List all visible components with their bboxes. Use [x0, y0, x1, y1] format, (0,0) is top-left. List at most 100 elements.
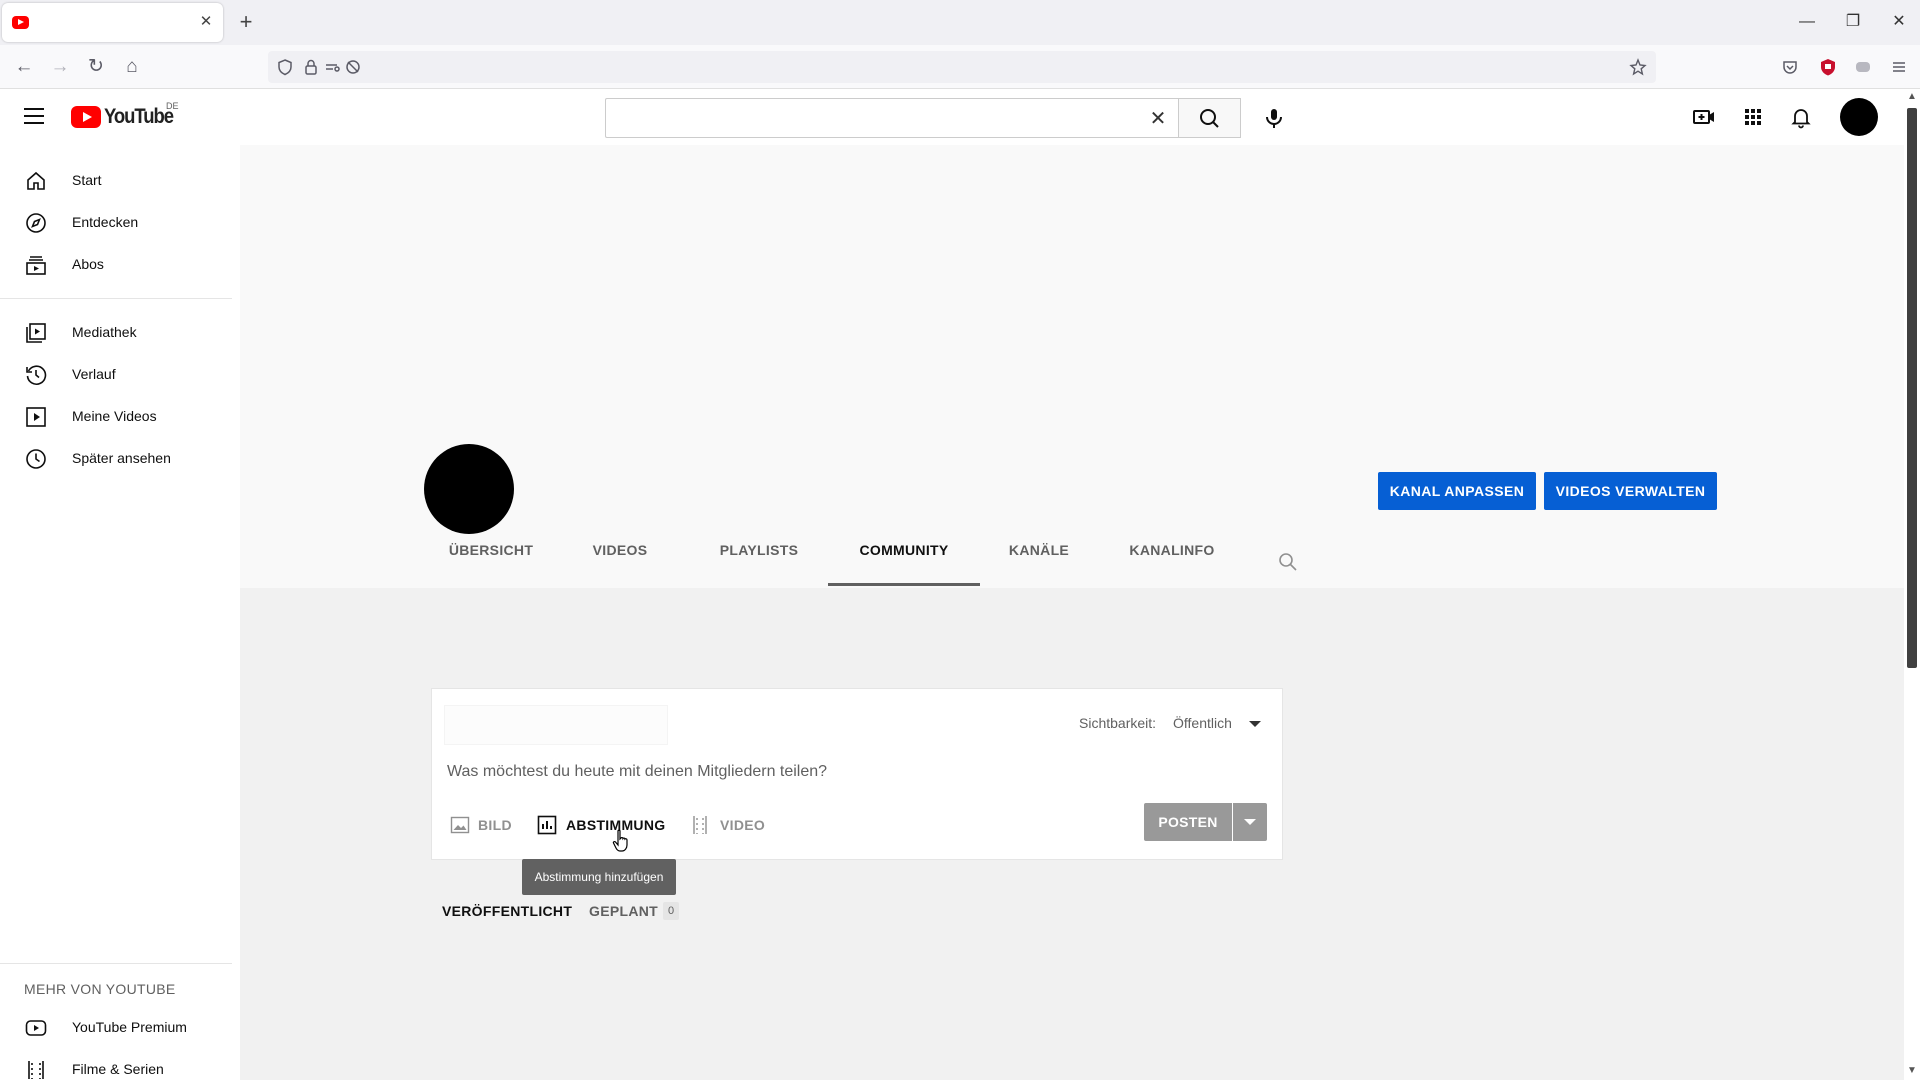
permissions-icon[interactable]: [322, 55, 344, 79]
back-icon[interactable]: ←: [12, 55, 36, 79]
sidebar-item-filme-serien[interactable]: Filme & Serien: [0, 1050, 232, 1080]
sidebar-item-spaeter-ansehen[interactable]: Später ansehen: [0, 439, 232, 479]
tab-kanalinfo[interactable]: KANALINFO: [1127, 542, 1217, 586]
add-video-button[interactable]: VIDEO: [690, 813, 770, 837]
lock-icon[interactable]: [300, 55, 322, 79]
post-button[interactable]: POSTEN: [1144, 803, 1232, 841]
tab-videos[interactable]: VIDEOS: [592, 542, 648, 586]
search-button[interactable]: [1178, 98, 1241, 138]
tab-close-icon[interactable]: ✕: [197, 13, 215, 31]
post-composer: Sichtbarkeit: Öffentlich Was möchtest du…: [431, 688, 1283, 860]
new-tab-button[interactable]: +: [236, 11, 256, 33]
apps-grid-icon[interactable]: [1741, 105, 1765, 129]
forward-icon[interactable]: →: [48, 55, 72, 79]
history-icon: [26, 365, 47, 385]
page-scrollbar[interactable]: ▲ ▼: [1904, 89, 1920, 1080]
guide-sidebar: Start Entdecken Abos Mediathek Verlauf M…: [0, 145, 240, 1080]
notifications-bell-icon[interactable]: [1789, 105, 1813, 129]
sidebar-item-label: YouTube Premium: [72, 1019, 187, 1035]
sidebar-item-mediathek[interactable]: Mediathek: [0, 313, 232, 353]
premium-icon: [25, 1020, 47, 1036]
watch-later-icon: [26, 449, 46, 469]
sidebar-item-label: Verlauf: [72, 366, 116, 382]
scroll-up-icon[interactable]: ▲: [1906, 91, 1918, 103]
add-poll-button[interactable]: ABSTIMMUNG: [537, 813, 669, 837]
channel-banner: [240, 145, 1904, 445]
sidebar-more-heading: MEHR VON YOUTUBE: [24, 981, 176, 997]
sidebar-item-label: Start: [72, 172, 102, 188]
channel-search-icon[interactable]: [1276, 550, 1300, 574]
scrollbar-thumb[interactable]: [1907, 108, 1917, 668]
youtube-favicon-icon: [12, 16, 29, 29]
hand-cursor-icon: [612, 829, 628, 852]
post-text-input[interactable]: Was möchtest du heute mit deinen Mitglie…: [447, 763, 827, 781]
compass-icon: [26, 213, 46, 233]
sidebar-item-youtube-premium[interactable]: YouTube Premium: [0, 1008, 232, 1048]
add-image-button[interactable]: BILD: [450, 813, 512, 837]
tab-kanaele[interactable]: KANÄLE: [1006, 542, 1072, 586]
manage-videos-button[interactable]: VIDEOS VERWALTEN: [1544, 472, 1717, 510]
restore-icon[interactable]: ❐: [1843, 12, 1863, 32]
sidebar-divider: [0, 963, 232, 964]
scheduled-count-badge: 0: [663, 902, 679, 920]
browser-nav-bar: ← → ↻ ⌂: [0, 45, 1920, 89]
tab-published[interactable]: VERÖFFENTLICHT: [442, 903, 572, 919]
reload-icon[interactable]: ↻: [84, 55, 108, 79]
sidebar-item-label: Später ansehen: [72, 450, 171, 466]
video-film-icon: [693, 816, 707, 834]
browser-tab-bar: ✕ + — ❐ ✕: [0, 0, 1920, 45]
sidebar-item-entdecken[interactable]: Entdecken: [0, 203, 232, 243]
window-close-icon[interactable]: ✕: [1889, 12, 1909, 32]
tab-uebersicht[interactable]: ÜBERSICHT: [448, 542, 534, 586]
tab-community[interactable]: COMMUNITY: [828, 542, 980, 586]
tracking-off-icon[interactable]: [342, 55, 364, 79]
sidebar-item-verlauf[interactable]: Verlauf: [0, 355, 232, 395]
visibility-label: Sichtbarkeit:: [1079, 715, 1157, 731]
visibility-dropdown[interactable]: Öffentlich: [1173, 715, 1232, 731]
clear-search-icon[interactable]: ✕: [1146, 107, 1170, 131]
sidebar-item-label: Meine Videos: [72, 408, 157, 424]
home-browser-icon[interactable]: ⌂: [120, 55, 144, 79]
post-options-dropdown[interactable]: [1233, 803, 1267, 841]
tab-scheduled[interactable]: GEPLANT: [589, 903, 658, 919]
logo-text: YouTube: [104, 105, 174, 128]
pocket-icon[interactable]: [1778, 55, 1802, 79]
caret-down-icon[interactable]: [1249, 721, 1261, 727]
logo-region-code: DE: [166, 101, 179, 111]
extension-ublock-icon[interactable]: [1816, 55, 1840, 79]
extension-icon[interactable]: [1851, 55, 1875, 79]
minimize-icon[interactable]: —: [1797, 12, 1817, 32]
voice-search-button[interactable]: [1254, 98, 1294, 138]
address-bar[interactable]: [268, 51, 1656, 83]
image-icon: [450, 816, 470, 834]
sidebar-item-label: Mediathek: [72, 324, 137, 340]
tab-playlists[interactable]: PLAYLISTS: [719, 542, 799, 586]
bookmark-star-icon[interactable]: [1627, 55, 1649, 79]
scroll-down-icon[interactable]: ▼: [1906, 1065, 1918, 1077]
account-avatar[interactable]: [1840, 98, 1878, 136]
shield-icon[interactable]: [274, 55, 296, 79]
movies-icon: [28, 1061, 44, 1079]
sidebar-item-abos[interactable]: Abos: [0, 245, 232, 285]
sidebar-divider: [0, 298, 232, 299]
guide-menu-icon[interactable]: [24, 107, 46, 125]
sidebar-item-label: Abos: [72, 256, 104, 272]
menu-icon[interactable]: [1887, 55, 1911, 79]
search-icon: [1200, 109, 1219, 128]
video-option-label: VIDEO: [720, 817, 766, 833]
home-icon: [27, 171, 45, 190]
my-videos-icon: [26, 407, 46, 427]
search-input[interactable]: ✕: [605, 98, 1178, 138]
browser-tab[interactable]: ✕: [2, 3, 223, 42]
sidebar-item-meine-videos[interactable]: Meine Videos: [0, 397, 232, 437]
channel-header: KANAL ANPASSEN VIDEOS VERWALTEN ÜBERSICH…: [240, 420, 1904, 588]
sidebar-item-start[interactable]: Start: [0, 161, 232, 201]
author-placeholder: [444, 705, 668, 745]
poll-chart-icon: [537, 815, 557, 835]
youtube-logo-icon: [71, 106, 101, 128]
image-option-label: BILD: [478, 817, 512, 833]
channel-avatar[interactable]: [424, 444, 514, 534]
create-video-icon[interactable]: [1692, 105, 1716, 129]
customize-channel-button[interactable]: KANAL ANPASSEN: [1378, 472, 1536, 510]
poll-tooltip: Abstimmung hinzufügen: [522, 859, 676, 895]
